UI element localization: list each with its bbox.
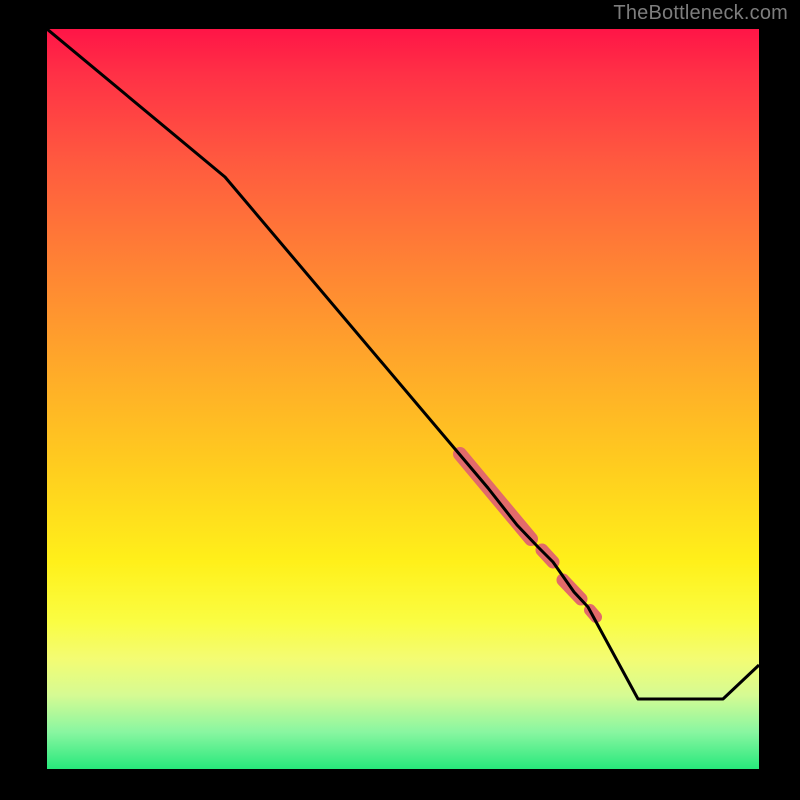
- chart-frame: TheBottleneck.com: [0, 0, 800, 800]
- watermark-text: TheBottleneck.com: [613, 2, 788, 25]
- main-curve: [47, 29, 759, 699]
- chart-svg: [47, 29, 759, 769]
